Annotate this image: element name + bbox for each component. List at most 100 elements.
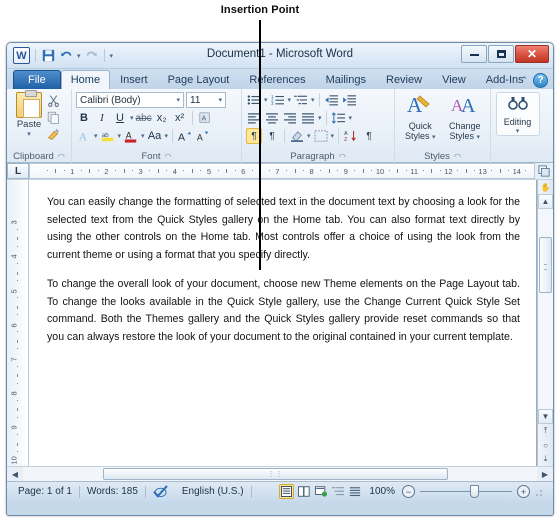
scroll-left-button[interactable]: ◀	[7, 467, 23, 481]
align-right-icon[interactable]	[282, 110, 298, 126]
tab-page-layout[interactable]: Page Layout	[158, 70, 240, 89]
zoom-slider-handle[interactable]	[470, 485, 479, 498]
tab-references[interactable]: References	[239, 70, 315, 89]
minimize-button[interactable]	[461, 45, 487, 63]
zoom-level[interactable]: 100%	[364, 486, 400, 497]
quick-styles-button[interactable]: A Quick Styles ▾	[399, 92, 442, 143]
justify-caret-icon[interactable]: ▾	[318, 114, 322, 122]
change-styles-button[interactable]: AA Change Styles ▾	[444, 92, 487, 143]
outline-view-button[interactable]	[330, 484, 345, 499]
horizontal-ruler[interactable]: 1 2 3 4 5 6 7 8 9 10 11 12 13 14	[29, 163, 535, 179]
subscript-button[interactable]: x₂	[154, 110, 170, 126]
font-name-input[interactable]: Calibri (Body) ▾	[76, 92, 184, 108]
horizontal-scrollbar[interactable]: ◀ ⋮⋮ ▶	[7, 466, 553, 481]
page-indicator[interactable]: Page: 1 of 1	[11, 486, 79, 497]
scroll-right-button[interactable]: ▶	[537, 467, 553, 481]
document-text[interactable]: You can easily change the formatting of …	[29, 180, 536, 346]
multilevel-list-icon[interactable]	[293, 92, 309, 108]
help-icon[interactable]: ?	[533, 73, 548, 88]
clear-formatting-icon[interactable]: A	[197, 110, 213, 126]
vertical-scroll-thumb[interactable]	[539, 237, 552, 293]
font-size-caret-icon[interactable]: ▾	[218, 96, 222, 104]
hand-scroll-icon[interactable]: ✋	[538, 180, 553, 194]
font-dialog-launcher-icon[interactable]: ◠	[165, 152, 172, 161]
underline-button[interactable]: U	[112, 110, 128, 126]
numbering-icon[interactable]: 123	[270, 92, 286, 108]
resize-grip[interactable]	[535, 486, 545, 497]
change-case-caret-icon[interactable]: ▾	[165, 132, 169, 140]
borders-icon[interactable]	[313, 128, 329, 144]
line-spacing-caret-icon[interactable]: ▾	[349, 114, 353, 122]
shading-icon[interactable]	[289, 128, 305, 144]
text-effects-icon[interactable]: A	[76, 128, 92, 144]
editing-button[interactable]: Editing ▾	[495, 92, 540, 136]
proofing-status-icon[interactable]	[146, 485, 175, 498]
strikethrough-button[interactable]: abc	[136, 110, 152, 126]
paste-button[interactable]: Paste ▾	[11, 90, 47, 138]
clipboard-dialog-launcher-icon[interactable]: ◠	[58, 152, 65, 161]
highlight-caret-icon[interactable]: ▾	[118, 132, 122, 140]
next-page-icon[interactable]: ⤓	[538, 452, 553, 466]
copy-icon[interactable]	[47, 111, 60, 126]
vertical-scroll-track[interactable]	[538, 209, 553, 409]
shrink-font-icon[interactable]: A	[195, 128, 211, 144]
zoom-in-button[interactable]: +	[517, 485, 530, 498]
cut-icon[interactable]	[47, 94, 60, 109]
word-count[interactable]: Words: 185	[80, 486, 145, 497]
multilevel-caret-icon[interactable]: ▾	[311, 96, 315, 104]
view-ruler-icon[interactable]	[535, 163, 553, 179]
bullets-caret-icon[interactable]: ▾	[264, 96, 268, 104]
print-layout-view-button[interactable]	[279, 484, 295, 499]
tab-file[interactable]: File	[13, 70, 61, 89]
superscript-button[interactable]: x²	[172, 110, 188, 126]
draft-view-button[interactable]	[347, 484, 362, 499]
vertical-ruler[interactable]: 3 4 5 6 7 8 9 10	[7, 180, 29, 466]
paragraph-1[interactable]: You can easily change the formatting of …	[47, 194, 520, 264]
horizontal-scroll-track[interactable]: ⋮⋮	[23, 467, 537, 481]
borders-caret-icon[interactable]: ▾	[331, 132, 335, 140]
change-case-button[interactable]: Aa	[147, 128, 163, 144]
zoom-slider[interactable]	[420, 485, 512, 498]
minimize-ribbon-icon[interactable]: ⌃	[520, 75, 528, 86]
full-screen-reading-view-button[interactable]	[296, 484, 311, 499]
tab-view[interactable]: View	[432, 70, 476, 89]
vertical-scrollbar[interactable]: ✋ ▲ ▼ ⤒ ○ ⤓	[537, 180, 553, 466]
sort-icon[interactable]: AZ	[343, 128, 359, 144]
align-center-icon[interactable]	[264, 110, 280, 126]
paragraph-dialog-launcher-icon[interactable]: ◠	[339, 152, 346, 161]
font-name-caret-icon[interactable]: ▾	[176, 96, 180, 104]
previous-page-icon[interactable]: ⤒	[538, 424, 553, 438]
zoom-out-button[interactable]: −	[402, 485, 415, 498]
justify-icon[interactable]	[300, 110, 316, 126]
web-layout-view-button[interactable]	[313, 484, 328, 499]
underline-caret-icon[interactable]: ▾	[130, 114, 134, 122]
shading-caret-icon[interactable]: ▾	[307, 132, 311, 140]
close-button[interactable]: ✕	[515, 45, 549, 63]
tab-review[interactable]: Review	[376, 70, 432, 89]
scroll-down-button[interactable]: ▼	[538, 409, 553, 424]
font-color-icon[interactable]: A	[123, 128, 139, 144]
italic-button[interactable]: I	[94, 110, 110, 126]
styles-dialog-launcher-icon[interactable]: ◠	[454, 152, 461, 161]
maximize-button[interactable]	[488, 45, 514, 63]
format-painter-icon[interactable]	[47, 128, 60, 143]
highlight-color-icon[interactable]: ab	[100, 128, 116, 144]
tab-home[interactable]: Home	[60, 70, 111, 89]
line-spacing-icon[interactable]	[331, 110, 347, 126]
select-browse-object-icon[interactable]: ○	[538, 438, 553, 452]
paragraph-2[interactable]: To change the overall look of your docum…	[47, 276, 520, 346]
language-indicator[interactable]: English (U.S.)	[175, 486, 251, 497]
scroll-up-button[interactable]: ▲	[538, 194, 553, 209]
editing-caret-icon[interactable]: ▾	[516, 127, 520, 135]
decrease-indent-icon[interactable]	[324, 92, 340, 108]
grow-font-icon[interactable]: A	[177, 128, 193, 144]
bold-button[interactable]: B	[76, 110, 92, 126]
tab-stop-selector[interactable]: L	[7, 163, 29, 179]
tab-mailings[interactable]: Mailings	[316, 70, 376, 89]
document-page[interactable]: You can easily change the formatting of …	[29, 180, 537, 466]
horizontal-scroll-thumb[interactable]: ⋮⋮	[103, 468, 448, 480]
paste-dropdown-caret-icon[interactable]: ▾	[27, 130, 31, 138]
font-size-input[interactable]: 11 ▾	[186, 92, 226, 108]
increase-indent-icon[interactable]	[342, 92, 358, 108]
rtl-text-direction-button[interactable]: ¶	[264, 128, 280, 144]
